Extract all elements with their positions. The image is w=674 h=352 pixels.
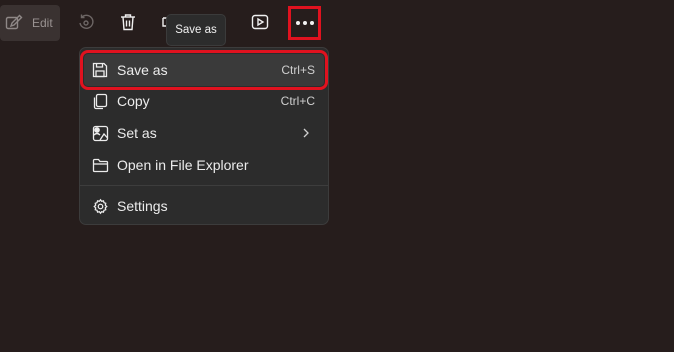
slideshow-icon bbox=[251, 13, 269, 31]
menu-item-shortcut: Ctrl+C bbox=[280, 94, 315, 108]
menu-item-set-as[interactable]: Set as bbox=[84, 117, 324, 149]
delete-icon bbox=[120, 13, 136, 31]
delete-button[interactable] bbox=[114, 8, 142, 36]
edit-label: Edit bbox=[32, 16, 53, 30]
rotate-button[interactable] bbox=[72, 8, 100, 36]
copy-icon bbox=[91, 92, 109, 110]
menu-item-open-in-file-explorer[interactable]: Open in File Explorer bbox=[84, 149, 324, 181]
more-options-menu: Save as Ctrl+S Copy Ctrl+C Set as Open i… bbox=[79, 47, 329, 225]
chevron-right-icon bbox=[301, 127, 311, 139]
menu-item-label: Save as bbox=[117, 62, 168, 78]
image-person-icon bbox=[91, 124, 109, 142]
menu-item-label: Open in File Explorer bbox=[117, 157, 249, 173]
more-options-button[interactable] bbox=[288, 6, 321, 40]
toolbar: Edit bbox=[0, 0, 674, 46]
menu-item-label: Copy bbox=[117, 93, 150, 109]
menu-item-settings[interactable]: Settings bbox=[84, 190, 324, 222]
tooltip: Save as bbox=[166, 14, 226, 46]
menu-divider bbox=[80, 185, 328, 186]
slideshow-button[interactable] bbox=[246, 8, 274, 36]
menu-item-label: Set as bbox=[117, 125, 157, 141]
gear-icon bbox=[91, 197, 109, 215]
menu-item-save-as[interactable]: Save as Ctrl+S bbox=[80, 50, 328, 90]
edit-button[interactable]: Edit bbox=[0, 5, 60, 41]
more-icon bbox=[295, 21, 314, 25]
menu-item-copy[interactable]: Copy Ctrl+C bbox=[84, 85, 324, 117]
save-icon bbox=[91, 61, 109, 79]
edit-icon bbox=[5, 14, 23, 32]
menu-item-label: Settings bbox=[117, 198, 168, 214]
folder-icon bbox=[91, 156, 109, 174]
rotate-icon bbox=[77, 13, 95, 31]
menu-item-shortcut: Ctrl+S bbox=[281, 63, 315, 77]
